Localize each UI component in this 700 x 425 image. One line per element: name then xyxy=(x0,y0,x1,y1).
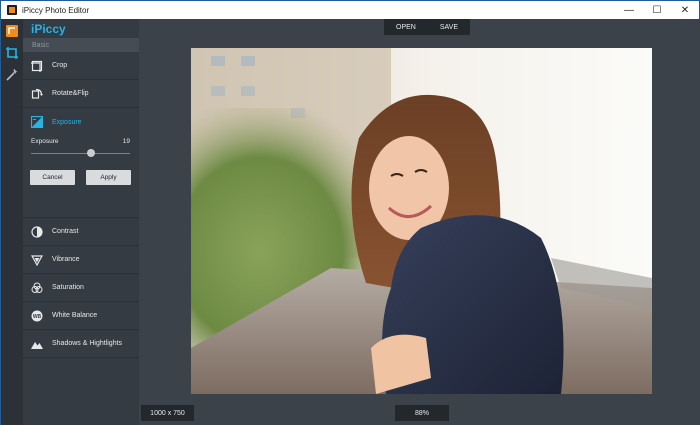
exposure-value: 19 xyxy=(122,138,130,145)
edit-tool-button[interactable] xyxy=(1,21,23,41)
menu-item-label: Shadows & Hightlights xyxy=(52,340,123,347)
exposure-label: Exposure xyxy=(31,138,59,145)
slider-track xyxy=(31,153,130,154)
menu-item-shadows-highlights[interactable]: Shadows & Hightlights xyxy=(23,330,139,358)
file-toolbar: OPEN SAVE xyxy=(384,19,470,35)
section-header-basic: Basic xyxy=(23,38,139,52)
exposure-row: Exposure 19 xyxy=(23,138,139,145)
crop-icon xyxy=(6,47,18,59)
effects-tool-button[interactable] xyxy=(1,65,23,85)
maximize-icon[interactable]: ☐ xyxy=(643,1,671,19)
menu-item-label: White Balance xyxy=(52,312,98,319)
menu-item-label: Vibrance xyxy=(52,256,80,263)
menu-item-saturation[interactable]: Saturation xyxy=(23,274,139,302)
menu-item-vibrance[interactable]: Vibrance xyxy=(23,246,139,274)
adjustments-panel: iPiccy Basic Crop Rotate&Flip Exposure E… xyxy=(23,19,139,425)
title-bar: iPiccy Photo Editor — ☐ ✕ xyxy=(1,1,699,19)
white-balance-icon: WB xyxy=(30,309,44,323)
frame-icon xyxy=(6,25,18,37)
svg-text:WB: WB xyxy=(33,314,42,320)
menu-item-label: Crop xyxy=(52,62,68,69)
app-logo-icon xyxy=(7,5,17,15)
menu-item-exposure[interactable]: Exposure xyxy=(23,108,139,136)
vibrance-icon xyxy=(30,253,44,267)
menu-item-label: Saturation xyxy=(52,284,84,291)
brand-title: iPiccy xyxy=(31,21,66,36)
menu-item-rotate-flip[interactable]: Rotate&Flip xyxy=(23,80,139,108)
crop-icon xyxy=(30,59,44,73)
app-window: iPiccy Photo Editor — ☐ ✕ iPiccy Basic C… xyxy=(0,0,700,425)
menu-item-label: Rotate&Flip xyxy=(52,90,89,97)
save-button[interactable]: SAVE xyxy=(440,24,458,31)
rotate-icon xyxy=(30,87,44,101)
photo-image xyxy=(191,48,652,394)
menu-item-crop[interactable]: Crop xyxy=(23,52,139,80)
magic-wand-icon xyxy=(6,69,18,81)
image-dimensions: 1000 x 750 xyxy=(141,405,194,421)
exposure-slider[interactable] xyxy=(31,147,130,159)
cancel-button[interactable]: Cancel xyxy=(30,170,75,185)
menu-item-contrast[interactable]: Contrast xyxy=(23,218,139,246)
exposure-buttons: Cancel Apply xyxy=(23,170,139,185)
menu-item-label: Exposure xyxy=(52,118,82,126)
minimize-icon[interactable]: — xyxy=(615,1,643,19)
menu-item-label: Contrast xyxy=(52,228,79,235)
workspace: OPEN SAVE 1000 x 750 88% xyxy=(139,19,700,425)
open-button[interactable]: OPEN xyxy=(396,24,416,31)
slider-thumb[interactable] xyxy=(87,149,96,157)
exposure-icon xyxy=(30,115,44,129)
window-controls: — ☐ ✕ xyxy=(615,1,699,19)
exposure-controls: Exposure 19 Cancel Apply xyxy=(23,138,139,218)
menu-item-white-balance[interactable]: WB White Balance xyxy=(23,302,139,330)
close-icon[interactable]: ✕ xyxy=(671,1,699,19)
tool-rail xyxy=(1,19,23,425)
crop-tool-button[interactable] xyxy=(1,43,23,63)
contrast-icon xyxy=(30,225,44,239)
window-title: iPiccy Photo Editor xyxy=(22,5,90,15)
saturation-icon xyxy=(30,281,44,295)
image-canvas[interactable] xyxy=(191,48,652,394)
zoom-level[interactable]: 88% xyxy=(395,405,449,421)
shadows-highlights-icon xyxy=(30,337,44,351)
apply-button[interactable]: Apply xyxy=(86,170,131,185)
